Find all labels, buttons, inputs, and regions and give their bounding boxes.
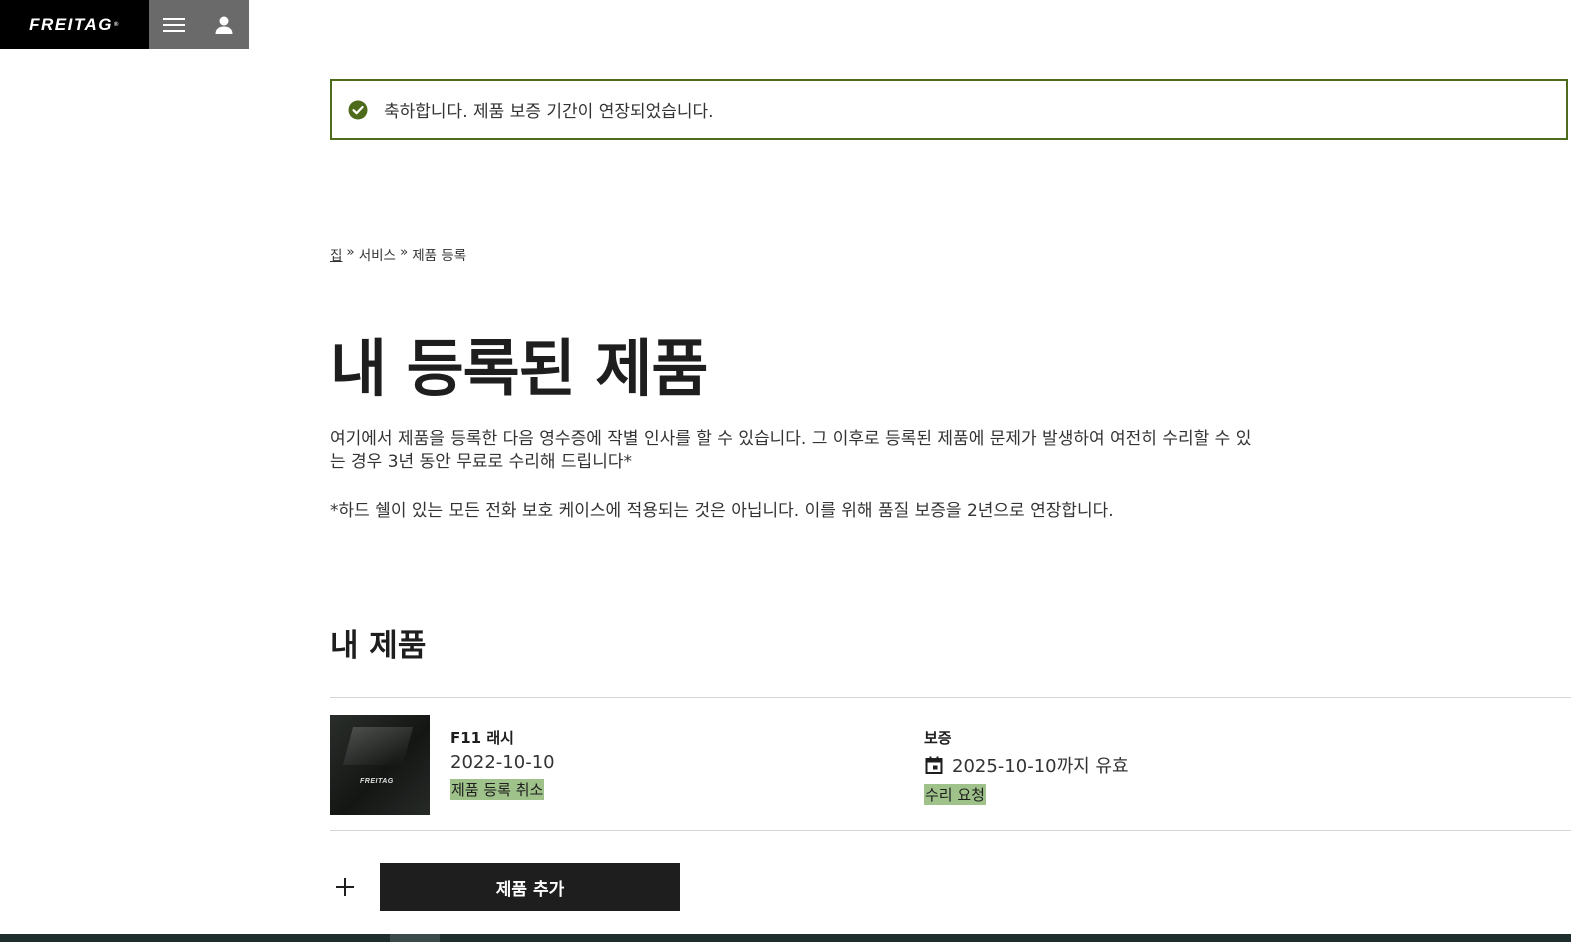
thumbnail-logo: FREITAG — [360, 778, 394, 785]
product-list: FREITAG F11 래시 2022-10-10 제품 등록 취소 보증 20… — [330, 697, 1571, 831]
intro-note: *하드 쉘이 있는 모든 전화 보호 케이스에 적용되는 것은 아닙니다. 이를… — [330, 501, 1114, 521]
product-thumbnail: FREITAG — [330, 715, 430, 815]
thumbnail-shine — [342, 727, 414, 765]
logo-text: FREITAG — [29, 14, 113, 34]
account-button[interactable] — [199, 0, 249, 49]
user-icon — [215, 16, 233, 34]
breadcrumb-separator: » — [399, 244, 409, 260]
breadcrumb: 집 » 서비스 » 제품 등록 — [330, 244, 466, 264]
plus-icon[interactable] — [330, 877, 360, 897]
logo-mark: ® — [113, 21, 120, 28]
breadcrumb-separator: » — [346, 244, 355, 260]
calendar-icon — [925, 756, 943, 774]
product-name: F11 래시 — [450, 729, 514, 747]
product-date: 2022-10-10 — [450, 752, 555, 773]
success-alert: 축하합니다. 제품 보증 기간이 연장되었습니다. — [330, 79, 1568, 140]
warranty-info: 보증 2025-10-10까지 유효 수리 요청 — [924, 727, 1129, 805]
footer-tab[interactable] — [390, 934, 440, 942]
warranty-label: 보증 — [924, 729, 952, 747]
warranty-valid-text: 2025-10-10까지 유효 — [952, 756, 1129, 777]
product-info: F11 래시 2022-10-10 제품 등록 취소 — [450, 727, 555, 800]
product-row: FREITAG F11 래시 2022-10-10 제품 등록 취소 보증 20… — [330, 715, 1571, 815]
breadcrumb-home[interactable]: 집 — [330, 244, 342, 264]
intro-text: 여기에서 제품을 등록한 다음 영수증에 작별 인사를 할 수 있습니다. 그 … — [330, 429, 1252, 472]
check-circle-icon — [348, 100, 368, 119]
freitag-logo[interactable]: FREITAG ® — [0, 0, 149, 49]
warranty-validity: 2025-10-10까지 유효 — [924, 752, 1129, 778]
breadcrumb-services[interactable]: 서비스 — [359, 244, 396, 264]
my-products-title: 내 제품 — [330, 628, 427, 664]
request-repair-link[interactable]: 수리 요청 — [924, 784, 986, 805]
menu-button[interactable] — [149, 0, 199, 49]
hamburger-menu-icon — [163, 17, 185, 32]
footer-bar — [0, 934, 1571, 942]
unregister-product-link[interactable]: 제품 등록 취소 — [450, 779, 545, 800]
alert-message: 축하합니다. 제품 보증 기간이 연장되었습니다. — [384, 102, 714, 122]
top-bar: FREITAG ® — [0, 0, 249, 49]
breadcrumb-current: 제품 등록 — [412, 248, 467, 264]
page-title: 내 등록된 제품 — [330, 332, 708, 405]
add-product-row: 제품 추가 — [330, 863, 680, 911]
add-product-button[interactable]: 제품 추가 — [380, 863, 680, 911]
